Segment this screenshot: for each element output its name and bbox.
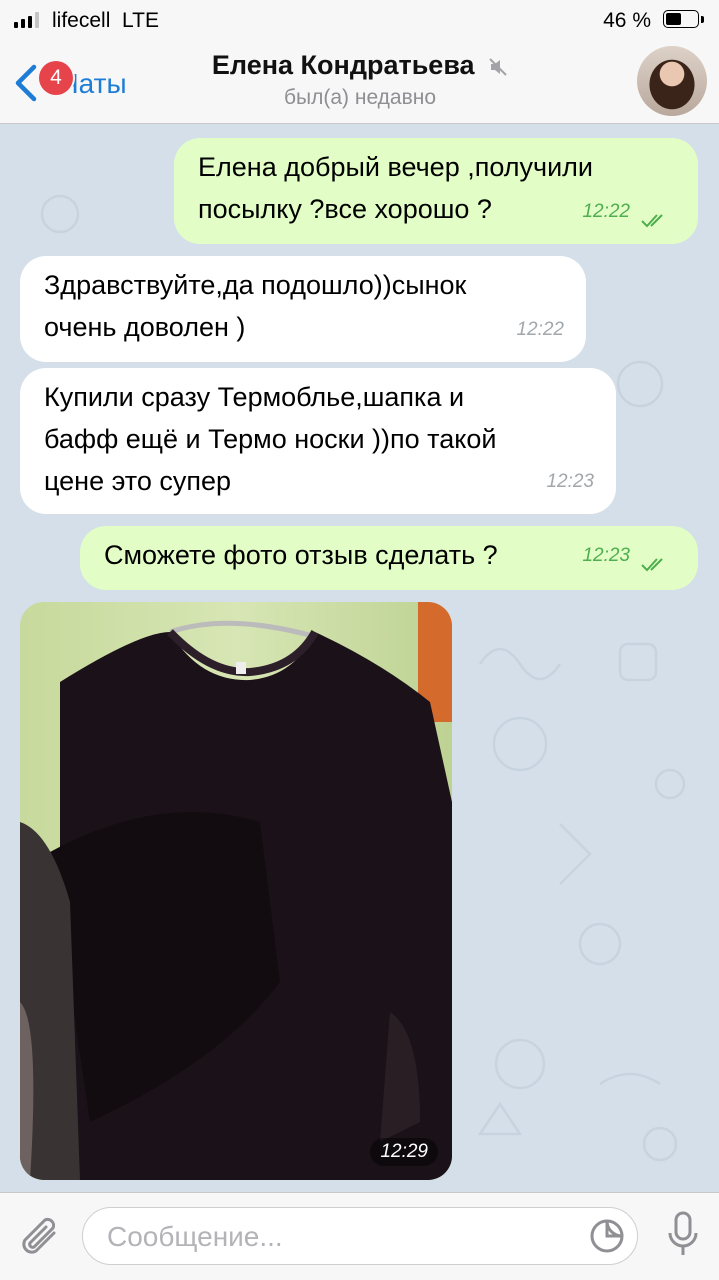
message-bubble-incoming[interactable]: Купили сразу Термоблье,шапка и бафф ещё …: [20, 368, 616, 514]
chat-header: Чаты 4 Елена Кондратьева был(а) недавно: [0, 40, 719, 124]
carrier-label: lifecell LTE: [52, 9, 159, 33]
last-seen-status: был(а) недавно: [283, 86, 437, 109]
message-input-field[interactable]: [82, 1207, 638, 1265]
battery-percentage: 46 %: [603, 9, 651, 32]
battery-icon: [663, 10, 705, 30]
message-time: 12:29: [370, 1138, 438, 1166]
message-time: 12:23: [582, 545, 630, 566]
mute-icon: [489, 58, 507, 76]
message-bubble-outgoing[interactable]: Сможете фото отзыв сделать ? 12:23: [80, 526, 698, 590]
photo-message[interactable]: 12:29: [20, 602, 452, 1180]
chevron-left-icon: [15, 64, 37, 102]
message-time: 12:22: [582, 201, 630, 222]
message-input[interactable]: [105, 1218, 569, 1256]
network-type: LTE: [122, 9, 159, 32]
photo-image: [20, 602, 452, 1180]
message-bubble-incoming[interactable]: Здравствуйте,да подошло))сынок очень дов…: [20, 256, 586, 362]
read-checkmarks-icon: [641, 214, 663, 228]
chat-title[interactable]: Елена Кондратьева: [150, 50, 570, 81]
message-time: 12:22: [516, 319, 564, 340]
microphone-icon[interactable]: [667, 1211, 699, 1261]
contact-name: Елена Кондратьева: [211, 50, 475, 80]
unread-badge: 4: [39, 61, 73, 95]
status-bar: lifecell LTE 46 %: [0, 0, 719, 40]
sticker-icon[interactable]: [589, 1218, 625, 1254]
carrier-name: lifecell: [52, 9, 111, 32]
composer-bar: [0, 1192, 719, 1280]
message-text: Здравствуйте,да подошло))сынок очень дов…: [44, 270, 467, 342]
message-time: 12:23: [546, 471, 594, 492]
signal-strength-icon: [14, 12, 39, 28]
message-bubble-outgoing[interactable]: Елена добрый вечер ,получили посылку ?вс…: [174, 138, 698, 244]
back-button[interactable]: Чаты 4: [12, 60, 142, 104]
message-list[interactable]: Елена добрый вечер ,получили посылку ?вс…: [0, 124, 719, 1192]
read-checkmarks-icon: [641, 558, 663, 572]
message-text: Купили сразу Термоблье,шапка и бафф ещё …: [44, 382, 497, 496]
paperclip-icon[interactable]: [18, 1213, 64, 1263]
contact-avatar[interactable]: [637, 46, 707, 116]
